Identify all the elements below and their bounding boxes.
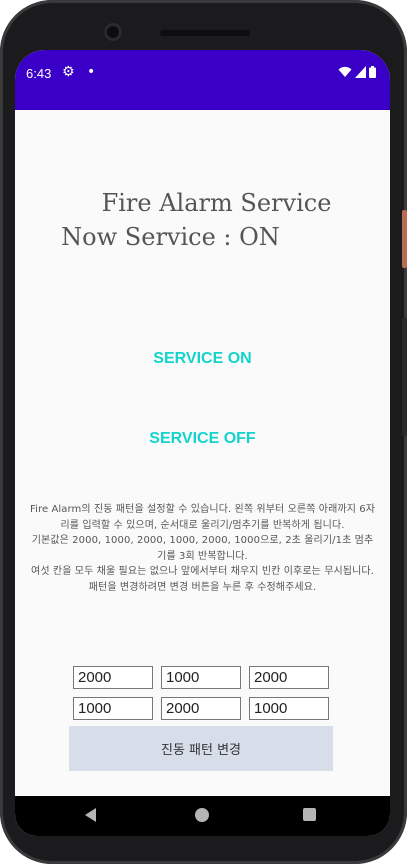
signal-icon bbox=[355, 66, 366, 78]
dot-icon: • bbox=[87, 64, 96, 80]
phone-frame: 6:43 ⚙ • Fire Alarm Service Now Service … bbox=[0, 0, 407, 864]
screen: 6:43 ⚙ • Fire Alarm Service Now Service … bbox=[15, 50, 390, 836]
wifi-icon bbox=[338, 66, 352, 77]
status-time: 6:43 bbox=[26, 66, 52, 81]
pattern-input-3[interactable] bbox=[249, 666, 329, 689]
service-off-button[interactable]: SERVICE OFF bbox=[15, 424, 390, 454]
front-camera bbox=[104, 23, 122, 41]
earpiece-speaker bbox=[160, 30, 250, 36]
description-line: 패턴을 변경하려면 변경 버튼을 누른 후 수정해주세요. bbox=[88, 581, 317, 593]
back-icon[interactable] bbox=[85, 808, 96, 822]
description-line: Fire Alarm의 진동 패턴을 설정할 수 있습니다. 왼쪽 위부터 오른… bbox=[29, 504, 376, 531]
pattern-input-6[interactable] bbox=[249, 697, 329, 720]
gear-icon: ⚙ bbox=[62, 64, 75, 80]
description-line: 여섯 칸을 모두 채울 필요는 없으나 앞에서부터 채우지 빈칸 이후로는 무시… bbox=[31, 566, 374, 577]
title-line-1: Fire Alarm Service bbox=[101, 189, 332, 217]
power-button bbox=[402, 210, 407, 268]
navigation-bar bbox=[15, 796, 390, 836]
battery-icon bbox=[369, 66, 376, 78]
service-on-button[interactable]: SERVICE ON bbox=[15, 344, 390, 374]
status-bar: 6:43 ⚙ • bbox=[15, 50, 390, 110]
pattern-input-2[interactable] bbox=[161, 666, 241, 689]
description-line: 기본값은 2000, 1000, 2000, 1000, 2000, 1000으… bbox=[31, 535, 374, 562]
pattern-input-4[interactable] bbox=[73, 697, 153, 720]
pattern-description: Fire Alarm의 진동 패턴을 설정할 수 있습니다. 왼쪽 위부터 오른… bbox=[29, 502, 376, 595]
home-icon[interactable] bbox=[195, 808, 209, 822]
volume-button bbox=[402, 318, 407, 436]
change-pattern-button[interactable]: 진동 패턴 변경 bbox=[69, 726, 333, 771]
page-title: Fire Alarm Service Now Service : ON bbox=[15, 186, 390, 254]
pattern-input-5[interactable] bbox=[161, 697, 241, 720]
recents-icon[interactable] bbox=[303, 808, 316, 821]
main-content: Fire Alarm Service Now Service : ON SERV… bbox=[15, 110, 390, 796]
system-icons bbox=[338, 66, 376, 78]
service-status-text: Now Service : ON bbox=[61, 223, 280, 251]
pattern-input-1[interactable] bbox=[73, 666, 153, 689]
